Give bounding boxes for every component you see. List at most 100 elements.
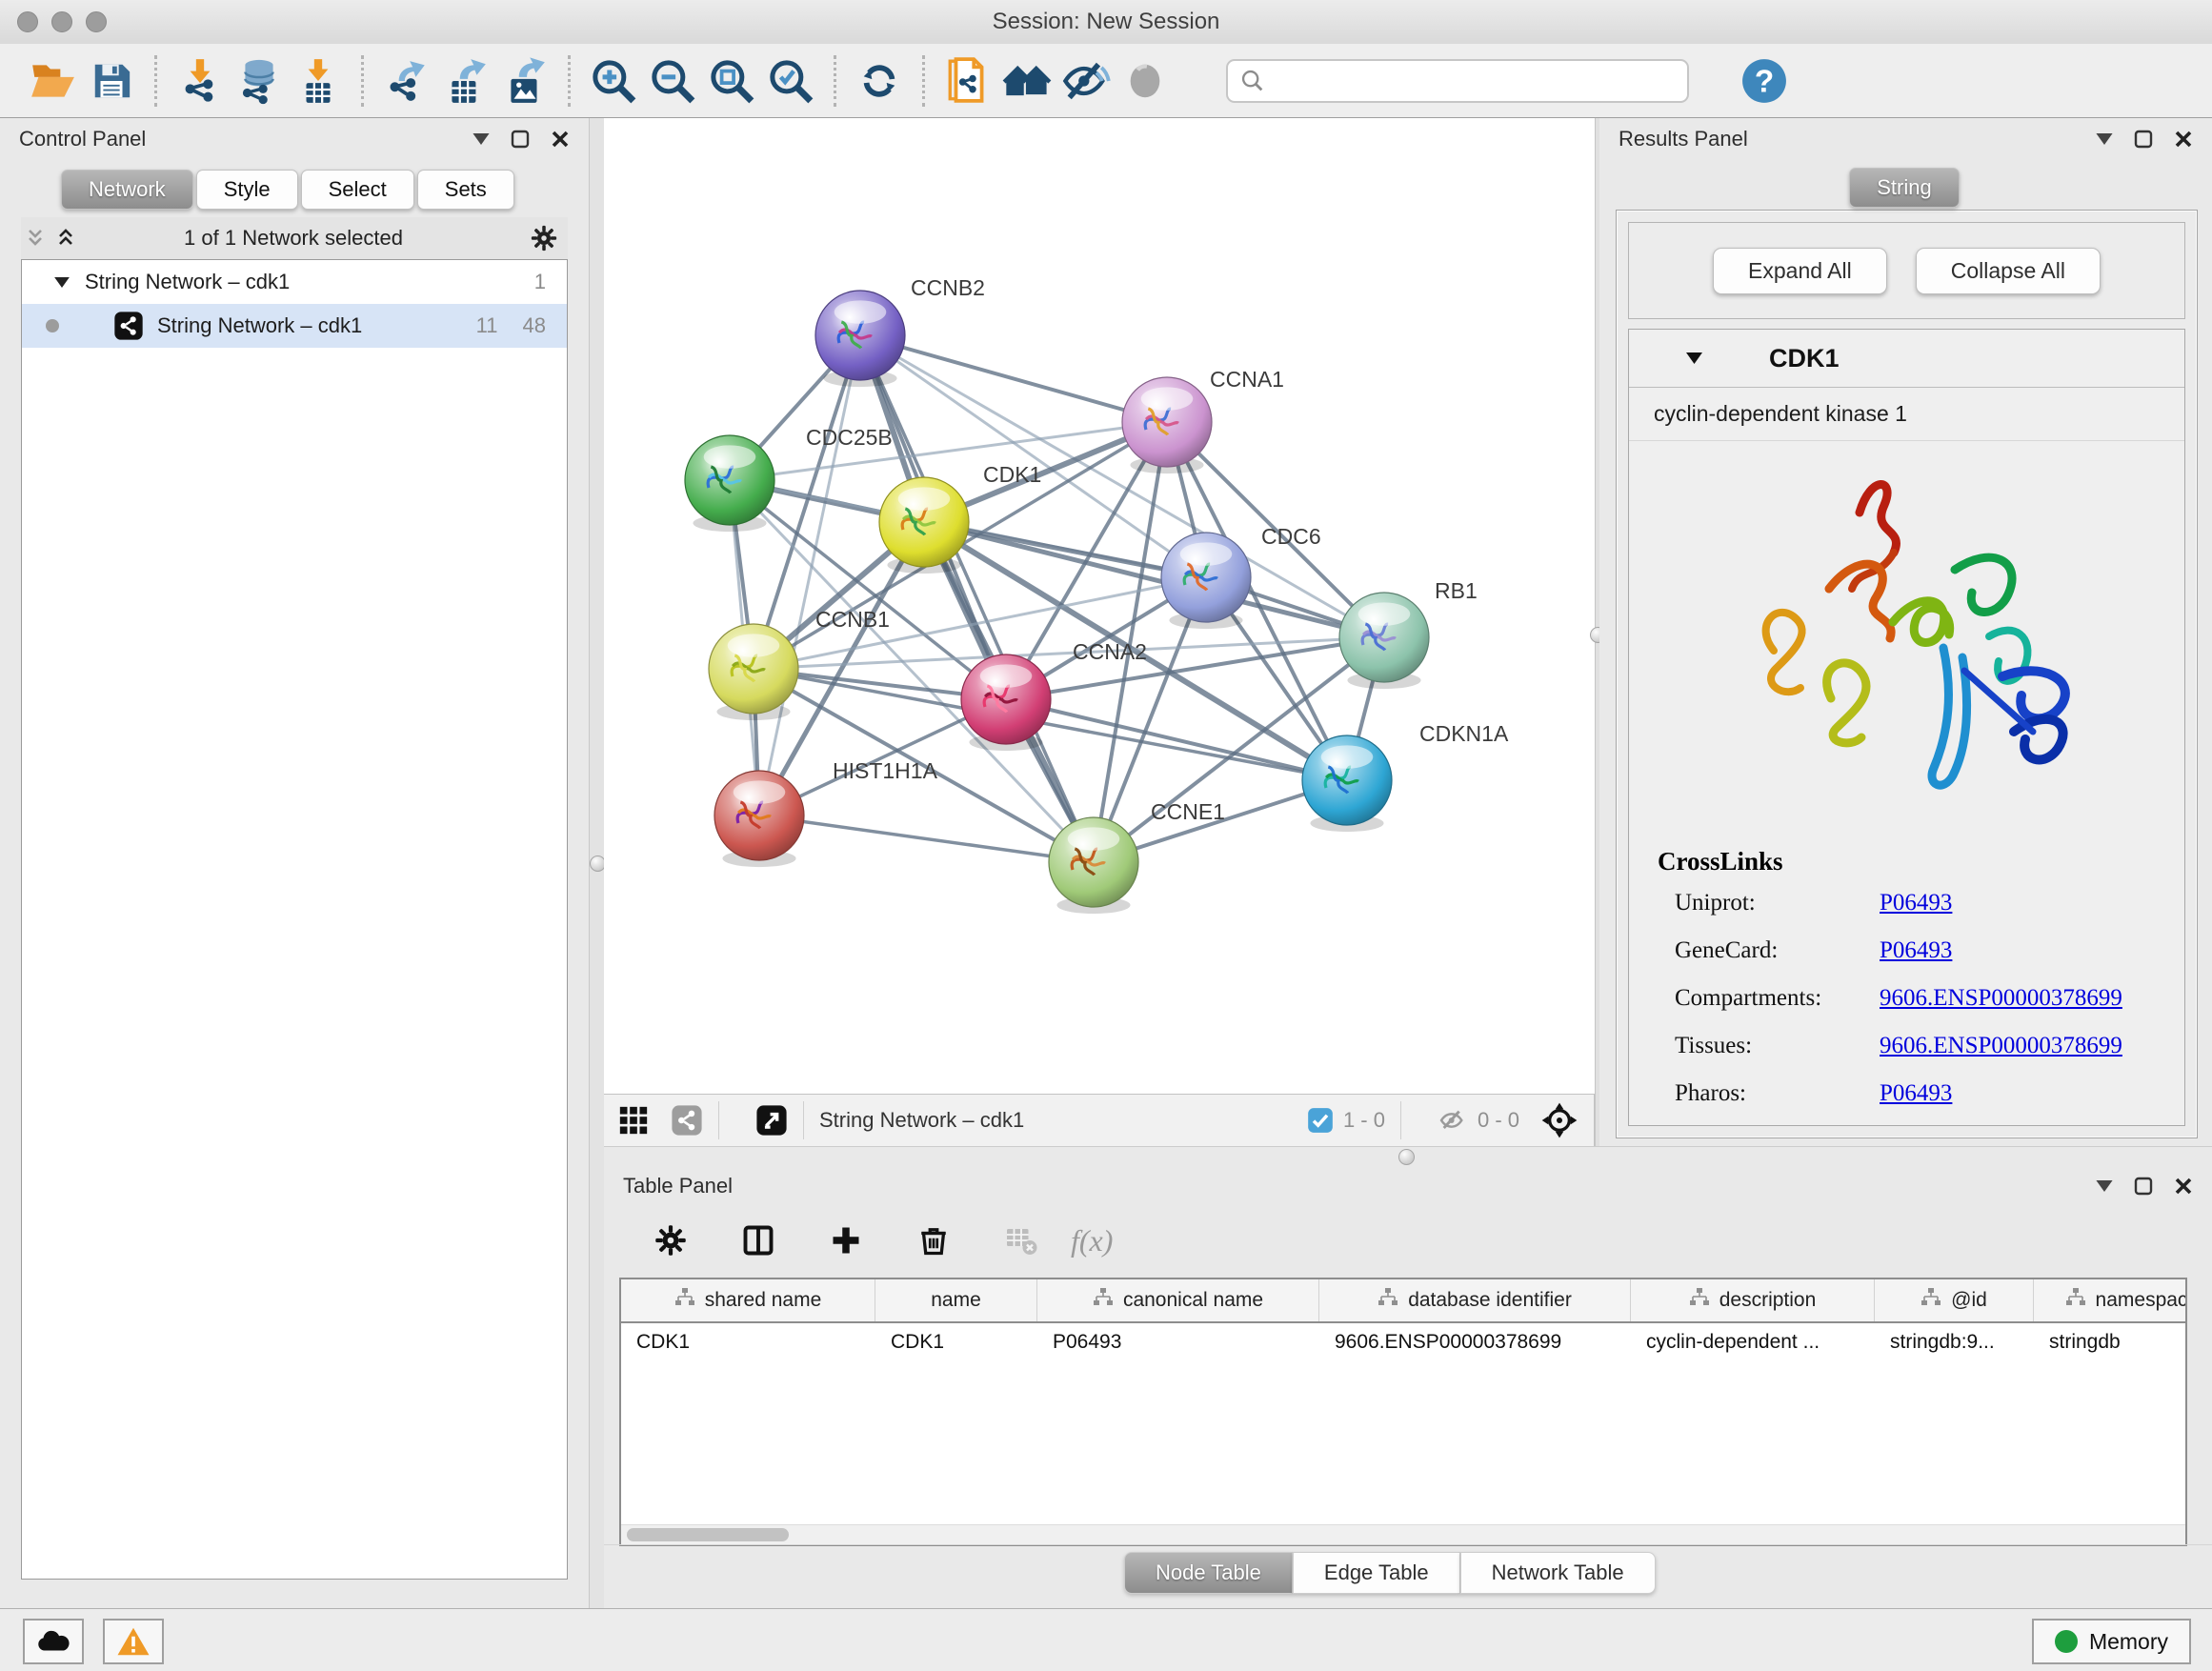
- panel-menu-icon[interactable]: [473, 133, 490, 145]
- hidden-ratio: 0 - 0: [1478, 1108, 1519, 1133]
- table-cell[interactable]: CDK1: [875, 1323, 1037, 1363]
- column-header--id[interactable]: @id: [1875, 1279, 2034, 1321]
- help-button[interactable]: ?: [1735, 51, 1794, 111]
- tab-string[interactable]: String: [1849, 168, 1959, 208]
- column-header-database-identifier[interactable]: database identifier: [1319, 1279, 1631, 1321]
- table-options-gear-icon[interactable]: [654, 1223, 688, 1258]
- tab-select[interactable]: Select: [301, 170, 414, 210]
- column-header-canonical-name[interactable]: canonical name: [1037, 1279, 1319, 1321]
- collection-expander-icon[interactable]: [54, 277, 70, 288]
- network-canvas[interactable]: CCNB2CCNA1CDC25BCDK1CDC6RB1CCNB1CCNA2CDK…: [604, 118, 1596, 1094]
- table-header-row[interactable]: shared namenamecanonical namedatabase id…: [621, 1279, 2185, 1323]
- horizontal-scrollbar[interactable]: [621, 1524, 2185, 1544]
- network-view-toolbar: String Network – cdk1 1 - 0 0 - 0: [604, 1094, 1595, 1146]
- table-cell[interactable]: stringdb:9...: [1875, 1323, 2034, 1363]
- network-badge-gray-icon[interactable]: [671, 1104, 703, 1137]
- network-node-rb1[interactable]: [1339, 593, 1429, 689]
- float-panel-icon[interactable]: [2134, 1177, 2153, 1196]
- import-network-from-file-button[interactable]: [171, 51, 230, 111]
- table-row[interactable]: CDK1CDK1P064939606.ENSP00000378699cyclin…: [621, 1323, 2185, 1363]
- table-cell[interactable]: 9606.ENSP00000378699: [1319, 1323, 1631, 1363]
- expand-all-button[interactable]: Expand All: [1713, 248, 1887, 294]
- collection-label: String Network – cdk1: [85, 270, 290, 294]
- zoom-out-button[interactable]: [643, 51, 702, 111]
- panel-menu-icon[interactable]: [2096, 133, 2113, 145]
- open-session-button[interactable]: [23, 51, 82, 111]
- close-panel-icon[interactable]: [2174, 1177, 2193, 1196]
- horizontal-splitter[interactable]: [604, 1146, 2212, 1167]
- tab-sets[interactable]: Sets: [417, 170, 514, 210]
- tab-network-table[interactable]: Network Table: [1460, 1552, 1656, 1594]
- column-header-name[interactable]: name: [875, 1279, 1037, 1321]
- hide-enhanced-graphics-button[interactable]: [1056, 51, 1116, 111]
- network-row[interactable]: String Network – cdk1 11 48: [22, 304, 567, 348]
- tab-style[interactable]: Style: [196, 170, 298, 210]
- network-node-cdc6[interactable]: [1161, 533, 1251, 629]
- network-node-cdc25b[interactable]: [685, 435, 774, 532]
- zoom-fit-button[interactable]: [702, 51, 761, 111]
- table-cell[interactable]: stringdb: [2034, 1323, 2187, 1363]
- show-columns-icon[interactable]: [741, 1223, 775, 1258]
- close-panel-icon[interactable]: [2174, 130, 2193, 149]
- tab-edge-table[interactable]: Edge Table: [1293, 1552, 1460, 1594]
- network-node-cdkn1a[interactable]: [1302, 735, 1392, 832]
- crosslink-value-link[interactable]: P06493: [1880, 937, 1952, 964]
- export-table-button[interactable]: [436, 51, 495, 111]
- expand-all-icon[interactable]: [53, 227, 78, 250]
- network-edge: [759, 815, 1094, 862]
- panel-menu-icon[interactable]: [2096, 1180, 2113, 1192]
- selected-checkbox-icon[interactable]: [1307, 1107, 1334, 1134]
- crosslink-value-link[interactable]: P06493: [1880, 890, 1952, 916]
- crosslink-value-link[interactable]: P06493: [1880, 1080, 1952, 1107]
- network-options-gear-icon[interactable]: [530, 224, 558, 252]
- grid-view-icon[interactable]: [617, 1104, 650, 1137]
- tab-node-table[interactable]: Node Table: [1124, 1552, 1293, 1594]
- import-table-from-file-button[interactable]: [289, 51, 348, 111]
- add-column-icon[interactable]: [829, 1223, 863, 1258]
- collapse-all-icon[interactable]: [23, 227, 48, 250]
- zoom-selected-button[interactable]: [761, 51, 820, 111]
- network-collection-row[interactable]: String Network – cdk1 1: [22, 260, 567, 304]
- export-network-button[interactable]: [377, 51, 436, 111]
- scrollbar-thumb[interactable]: [627, 1528, 789, 1541]
- column-header-shared-name[interactable]: shared name: [621, 1279, 875, 1321]
- control-panel-title: Control Panel: [19, 127, 146, 151]
- cloud-status-button[interactable]: [23, 1619, 84, 1664]
- network-node-ccne1[interactable]: [1049, 817, 1138, 914]
- show-enhanced-graphics-button[interactable]: [1116, 51, 1175, 111]
- save-session-button[interactable]: [82, 51, 141, 111]
- table-cell[interactable]: cyclin-dependent ...: [1631, 1323, 1875, 1363]
- column-header-namespac[interactable]: namespac: [2034, 1279, 2187, 1321]
- first-neighbors-button[interactable]: [997, 51, 1056, 111]
- apply-preferred-layout-button[interactable]: [850, 51, 909, 111]
- export-image-button[interactable]: [495, 51, 554, 111]
- entry-collapse-icon[interactable]: [1686, 352, 1702, 364]
- crosslink-value-link[interactable]: 9606.ENSP00000378699: [1880, 985, 2122, 1012]
- close-panel-icon[interactable]: [551, 130, 570, 149]
- tab-network[interactable]: Network: [61, 170, 193, 210]
- warning-status-button[interactable]: [103, 1619, 164, 1664]
- network-node-hist1h1a[interactable]: [714, 771, 804, 867]
- birds-eye-icon[interactable]: [1540, 1101, 1579, 1139]
- collapse-all-button[interactable]: Collapse All: [1916, 248, 2101, 294]
- float-panel-icon[interactable]: [2134, 130, 2153, 149]
- network-node-ccnb1[interactable]: [709, 624, 798, 720]
- column-header-description[interactable]: description: [1631, 1279, 1875, 1321]
- zoom-in-button[interactable]: [584, 51, 643, 111]
- import-network-from-database-button[interactable]: [230, 51, 289, 111]
- crosslink-value-link[interactable]: 9606.ENSP00000378699: [1880, 1033, 2122, 1059]
- network-node-cdk1[interactable]: [879, 477, 969, 574]
- memory-button[interactable]: Memory: [2032, 1619, 2191, 1664]
- delete-column-icon[interactable]: [916, 1223, 951, 1258]
- network-graph[interactable]: CCNB2CCNA1CDC25BCDK1CDC6RB1CCNB1CCNA2CDK…: [604, 118, 1595, 1094]
- search-input[interactable]: [1266, 68, 1687, 94]
- network-node-ccna1[interactable]: [1122, 377, 1212, 473]
- table-cell[interactable]: P06493: [1037, 1323, 1319, 1363]
- entry-header[interactable]: CDK1: [1629, 330, 2184, 388]
- network-edge: [860, 335, 1094, 862]
- detach-view-icon[interactable]: [755, 1104, 788, 1137]
- splitter-handle[interactable]: [1398, 1149, 1415, 1165]
- table-cell[interactable]: CDK1: [621, 1323, 875, 1363]
- string-protein-query-button[interactable]: [938, 51, 997, 111]
- float-panel-icon[interactable]: [511, 130, 530, 149]
